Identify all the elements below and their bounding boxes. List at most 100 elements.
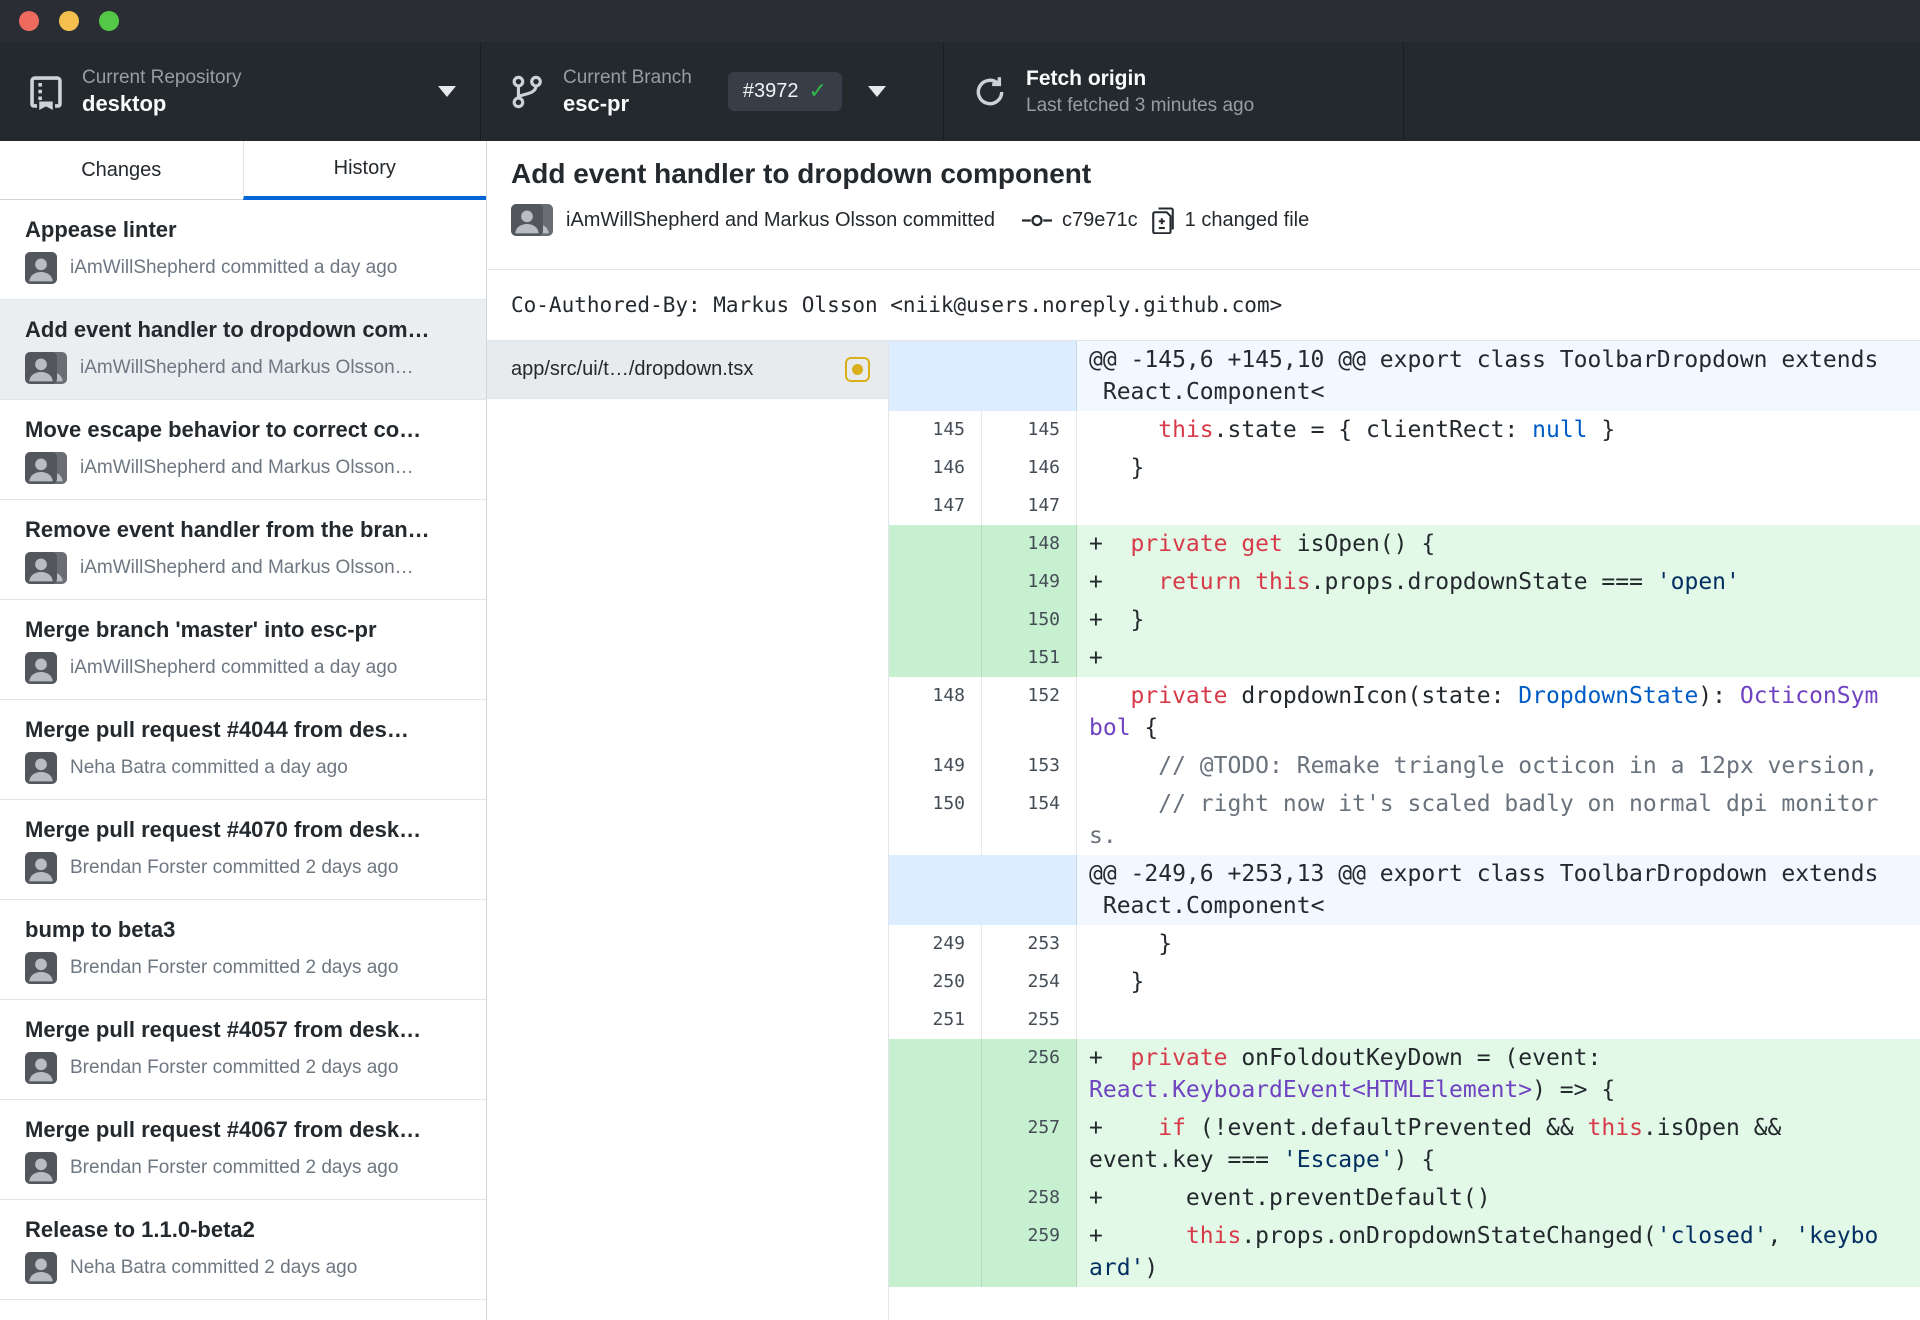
diff-code-line: } [1077, 925, 1920, 963]
diff-new-line-number: 255 [982, 1001, 1077, 1039]
code-segment: dropdownIcon(state: [1227, 683, 1519, 709]
close-window-button[interactable] [19, 11, 39, 31]
person-icon [29, 958, 53, 982]
code-segment: , [1767, 1223, 1796, 1249]
current-repository-label: Current Repository [82, 67, 242, 88]
commit-item-title: Merge branch 'master' into esc-pr [25, 617, 377, 642]
diff-row: 149 153 // @TODO: Remake triangle octicon… [889, 747, 1920, 785]
person-icon [29, 858, 53, 882]
diff-row: 150 154 // right now it's scaled badly on… [889, 785, 1920, 855]
tab-changes[interactable]: Changes [0, 141, 243, 200]
commit-item-byline: iAmWillShepherd committed a day ago [70, 257, 398, 278]
avatar [511, 204, 543, 236]
sidebar: Changes History Appease linter iAmWillShe… [0, 141, 487, 1320]
tab-history[interactable]: History [242, 141, 486, 200]
commit-list-item[interactable]: Merge pull request #4044 from des… Neha B… [0, 700, 486, 800]
commit-list-item[interactable]: bump to beta3 Brendan Forster committed 2… [0, 900, 486, 1000]
commit-list-item[interactable]: Merge pull request #4072 from des… [0, 1300, 486, 1320]
commit-list-item[interactable]: Remove event handler from the bran… iAmWi… [0, 500, 486, 600]
avatar-group [25, 952, 57, 984]
commit-item-title: Merge pull request #4044 from des… [25, 717, 409, 742]
commit-item-meta: iAmWillShepherd committed a day ago [25, 652, 468, 684]
diff-old-line-number: 250 [889, 963, 982, 1001]
diff-view: @@ -145,6 +145,10 @@ export class Toolba… [889, 341, 1920, 1320]
commit-list-item[interactable]: Add event handler to dropdown com… iAmWil… [0, 300, 486, 400]
code-segment: ): [1698, 683, 1740, 709]
code-segment: // right now it's scaled badly on normal… [1089, 791, 1879, 849]
current-branch-button[interactable]: Current Branch esc-pr #3972 ✓ [481, 42, 944, 141]
person-icon [29, 358, 53, 382]
diff-code-line: + if (!event.defaultPrevented && this.is… [1077, 1109, 1920, 1179]
file-path: app/src/ui/t…/dropdown.tsx [511, 358, 754, 380]
commit-item-byline: Brendan Forster committed 2 days ago [70, 957, 399, 978]
file-diff-icon [1151, 206, 1174, 234]
diff-row: 250 254 } [889, 963, 1920, 1001]
commit-item-byline: Brendan Forster committed 2 days ago [70, 857, 399, 878]
person-icon [29, 758, 53, 782]
minimize-window-button[interactable] [59, 11, 79, 31]
person-icon [29, 458, 53, 482]
diff-code-line: + } [1077, 601, 1920, 639]
diff-code-line: + private get isOpen() { [1077, 525, 1920, 563]
commit-item-meta: Neha Batra committed 2 days ago [25, 1252, 468, 1284]
diff-old-line-number [889, 601, 982, 639]
diff-code-line: // @TODO: Remake triangle octicon in a 1… [1077, 747, 1920, 785]
commit-list-item[interactable]: Merge pull request #4070 from desk… Brend… [0, 800, 486, 900]
commit-list-item[interactable]: Merge pull request #4067 from desk… Brend… [0, 1100, 486, 1200]
diff-new-line-number: 253 [982, 925, 1077, 963]
code-segment: ) => { [1532, 1077, 1616, 1103]
code-segment: private get [1130, 531, 1283, 557]
changed-files-panel: app/src/ui/t…/dropdown.tsx [487, 341, 889, 1320]
diff-old-line-number [889, 639, 982, 677]
diff-row: @@ -145,6 +145,10 @@ export class Toolba… [889, 341, 1920, 411]
diff-row: 149 + return this.props.dropdownState ===… [889, 563, 1920, 601]
pr-number-badge[interactable]: #3972 ✓ [727, 72, 842, 111]
maximize-window-button[interactable] [99, 11, 119, 31]
diff-code-line [1077, 1001, 1920, 1039]
commit-list-item[interactable]: Merge pull request #4057 from desk… Brend… [0, 1000, 486, 1100]
diff-old-line-number [889, 1109, 982, 1179]
diff-old-line-number: 147 [889, 487, 982, 525]
avatar [25, 1152, 57, 1184]
code-segment: } [1089, 455, 1145, 481]
diff-new-line-number: 259 [982, 1217, 1077, 1287]
diff-row: 257 + if (!event.defaultPrevented && this… [889, 1109, 1920, 1179]
commit-item-byline: Brendan Forster committed 2 days ago [70, 1157, 399, 1178]
avatar-group [25, 652, 57, 684]
commit-list-item[interactable]: Merge branch 'master' into esc-pr iAmWill… [0, 600, 486, 700]
avatar [25, 852, 57, 884]
current-repository-button[interactable]: Current Repository desktop [0, 42, 481, 141]
code-segment: + [1089, 645, 1103, 671]
commit-list-item[interactable]: Move escape behavior to correct co… iAmWi… [0, 400, 486, 500]
diff-hunk-gutter [889, 855, 1077, 925]
commit-item-title: Release to 1.1.0-beta2 [25, 1217, 255, 1242]
code-segment: } [1089, 969, 1145, 995]
code-segment: ) { [1393, 1147, 1436, 1173]
diff-new-line-number: 257 [982, 1109, 1077, 1179]
avatar-group [25, 552, 67, 584]
diff-new-line-number: 258 [982, 1179, 1077, 1217]
commit-list-item[interactable]: Appease linter iAmWillShepherd committed … [0, 200, 486, 300]
avatar-group [25, 252, 57, 284]
diff-new-line-number: 149 [982, 563, 1077, 601]
avatar [25, 1252, 57, 1284]
code-segment: ) [1144, 1255, 1159, 1281]
git-branch-icon [512, 75, 542, 108]
diff-code-line: this.state = { clientRect: null } [1077, 411, 1920, 449]
window-controls [19, 11, 119, 31]
commit-item-title: Merge pull request #4057 from desk… [25, 1017, 422, 1042]
avatar [25, 552, 57, 584]
commit-sha: c79e71c [1062, 208, 1138, 231]
diff-new-line-number: 153 [982, 747, 1077, 785]
diff-new-line-number: 147 [982, 487, 1077, 525]
fetch-origin-button[interactable]: Fetch origin Last fetched 3 minutes ago [944, 42, 1404, 141]
diff-code-line: // right now it's scaled badly on normal… [1077, 785, 1920, 855]
diff-row: 145 145 this.state = { clientRect: null } [889, 411, 1920, 449]
modified-icon [845, 357, 870, 382]
code-segment: + [1089, 1045, 1131, 1071]
commit-list-item[interactable]: Release to 1.1.0-beta2 Neha Batra committ… [0, 1200, 486, 1300]
diff-new-line-number: 148 [982, 525, 1077, 563]
file-list-item[interactable]: app/src/ui/t…/dropdown.tsx [487, 341, 888, 399]
